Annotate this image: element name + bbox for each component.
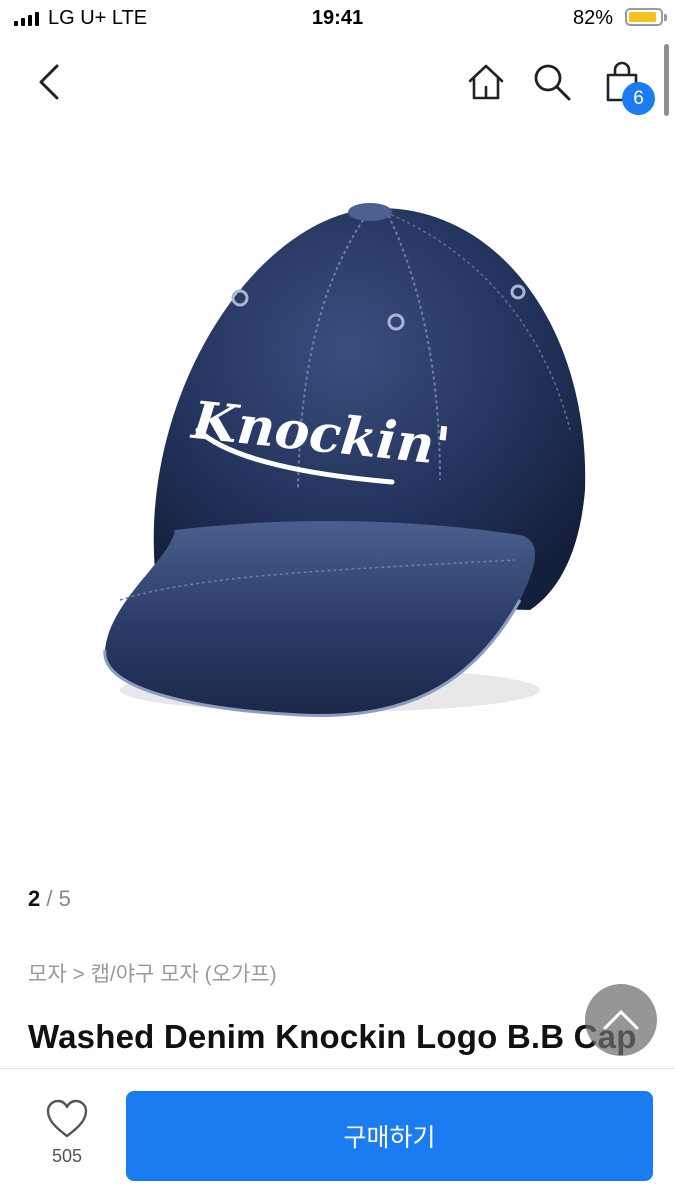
search-button[interactable] <box>524 54 580 110</box>
denim-cap-image: Knockin' <box>103 203 586 718</box>
bottom-action-bar: 505 구매하기 <box>0 1068 675 1201</box>
scroll-top-button[interactable] <box>585 984 657 1056</box>
nav-bar <box>0 40 675 124</box>
image-counter: 2 / 5 <box>28 886 71 912</box>
image-counter-separator: / <box>40 886 59 911</box>
search-icon <box>534 64 571 101</box>
like-count: 505 <box>51 1146 83 1166</box>
home-button[interactable] <box>458 54 514 110</box>
product-title: Washed Denim Knockin Logo B.B Cap <box>28 1018 637 1055</box>
scroll-indicator <box>664 44 669 116</box>
status-bar: LG U+ LTE 19:41 82% <box>0 0 675 38</box>
like-button[interactable]: 505 <box>22 1099 112 1179</box>
chevron-up-icon <box>603 1010 639 1030</box>
back-button[interactable] <box>22 54 78 110</box>
back-icon <box>39 64 59 100</box>
battery-icon <box>625 8 667 26</box>
cart-count-badge: 6 <box>622 82 655 115</box>
heart-icon <box>46 1099 88 1138</box>
image-counter-current: 2 <box>28 886 41 911</box>
breadcrumb[interactable]: 모자 > 캡/야구 모자 (오가프) <box>28 958 277 988</box>
image-counter-total: 5 <box>58 886 71 911</box>
buy-button[interactable]: 구매하기 <box>126 1091 653 1181</box>
product-image[interactable]: Knockin' <box>0 130 675 850</box>
battery-percent: 82% <box>572 7 613 29</box>
home-icon <box>468 64 504 100</box>
